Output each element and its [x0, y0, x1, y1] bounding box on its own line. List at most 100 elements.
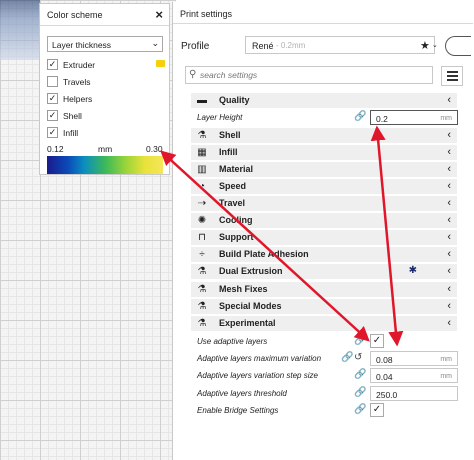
- link-icon: 🔗: [341, 352, 354, 363]
- special-modes-icon: ⚗: [197, 301, 207, 312]
- legend-item-extruder[interactable]: ✓ Extruder: [47, 59, 167, 72]
- infill-icon: ▦: [197, 147, 207, 158]
- extruder-color-swatch: [156, 60, 165, 67]
- chevron-left-icon[interactable]: ‹: [447, 197, 451, 209]
- category-label: Experimental: [219, 318, 276, 328]
- category-label: Dual Extrusion: [219, 266, 283, 276]
- adaptive-step-size-field[interactable]: 0.04 mm: [370, 368, 458, 383]
- category-mesh-fixes[interactable]: ⚗ Mesh Fixes ‹: [191, 282, 457, 297]
- color-scheme-header: Color scheme ×: [40, 4, 169, 26]
- legend-item-travels[interactable]: Travels: [47, 76, 167, 89]
- chevron-left-icon[interactable]: ‹: [447, 265, 451, 277]
- search-input[interactable]: [200, 69, 420, 81]
- category-shell[interactable]: ⚗ Shell ‹: [191, 128, 457, 143]
- chevron-left-icon[interactable]: ‹: [447, 248, 451, 260]
- adaptive-max-variation-field[interactable]: 0.08 mm: [370, 351, 458, 366]
- category-label: Travel: [219, 198, 246, 208]
- settings-visibility-menu-button[interactable]: [441, 66, 463, 86]
- search-settings-box[interactable]: ⚲: [185, 66, 433, 84]
- chevron-left-icon[interactable]: ‹: [447, 231, 451, 243]
- mesh-fixes-icon: ⚗: [197, 284, 207, 295]
- profile-label: Profile: [181, 41, 210, 52]
- legend-item-helpers[interactable]: ✓ Helpers: [47, 93, 167, 106]
- use-adaptive-layers-checkbox[interactable]: ✓: [370, 334, 384, 348]
- enable-bridge-checkbox[interactable]: ✓: [370, 403, 384, 417]
- chevron-left-icon[interactable]: ‹: [447, 180, 451, 192]
- chevron-left-icon[interactable]: ‹: [447, 163, 451, 175]
- legend-item-infill[interactable]: ✓ Infill: [47, 127, 167, 140]
- chevron-left-icon[interactable]: ‹: [447, 283, 451, 295]
- link-icon: 🔗: [354, 335, 367, 346]
- link-icon: 🔗: [354, 387, 367, 398]
- layer-thickness-gradient: [47, 156, 163, 174]
- profile-dropdown[interactable]: René - 0.2mm: [245, 36, 435, 54]
- experimental-icon: ⚗: [197, 318, 207, 329]
- category-experimental[interactable]: ⚗ Experimental ‹: [191, 316, 457, 331]
- star-icon[interactable]: ★: [420, 39, 430, 52]
- panel-edge-control: [445, 36, 471, 56]
- category-speed[interactable]: ◔ Speed ‹: [191, 179, 457, 194]
- setting-adaptive-threshold: Adaptive layers threshold 🔗 250.0: [197, 386, 463, 401]
- legend-item-label: Shell: [63, 111, 82, 121]
- category-infill[interactable]: ▦ Infill ‹: [191, 145, 457, 160]
- chevron-left-icon[interactable]: ‹: [447, 317, 451, 329]
- link-icon: 🔗: [354, 369, 367, 380]
- infill-checkbox[interactable]: ✓: [47, 127, 58, 138]
- shell-icon: ⚗: [197, 130, 207, 141]
- category-label: Speed: [219, 181, 247, 191]
- adaptive-threshold-field[interactable]: 250.0: [370, 386, 458, 401]
- setting-use-adaptive-layers: Use adaptive layers 🔗 ✓: [197, 334, 463, 349]
- helpers-checkbox[interactable]: ✓: [47, 93, 58, 104]
- category-travel[interactable]: ⇢ Travel ‹: [191, 196, 457, 211]
- adaptive-step-size-unit: mm: [440, 373, 452, 380]
- setting-adaptive-max-variation: Adaptive layers maximum variation 🔗 ↺ 0.…: [197, 351, 463, 366]
- chevron-down-icon[interactable]: ⌄: [432, 41, 438, 49]
- category-special-modes[interactable]: ⚗ Special Modes ‹: [191, 299, 457, 314]
- layer-height-field[interactable]: 0.2 mm: [370, 110, 458, 125]
- gear-icon[interactable]: ✱: [409, 265, 417, 276]
- adaptive-threshold-label: Adaptive layers threshold: [197, 389, 287, 398]
- category-label: Mesh Fixes: [219, 284, 268, 294]
- close-icon[interactable]: ×: [155, 7, 163, 22]
- adaptive-threshold-value: 250.0: [376, 390, 398, 400]
- chevron-down-icon: ⌄: [151, 38, 159, 48]
- setting-adaptive-step-size: Adaptive layers variation step size 🔗 0.…: [197, 368, 463, 383]
- reset-icon[interactable]: ↺: [354, 352, 362, 363]
- category-label: Build Plate Adhesion: [219, 249, 309, 259]
- adaptive-step-size-value: 0.04: [376, 372, 393, 382]
- dual-extrusion-icon: ⚗: [197, 266, 207, 277]
- profile-layer-height: - 0.2mm: [276, 41, 306, 50]
- travel-icon: ⇢: [197, 198, 207, 209]
- chevron-left-icon[interactable]: ‹: [447, 300, 451, 312]
- hamburger-menu-icon: [447, 71, 458, 81]
- setting-enable-bridge: Enable Bridge Settings 🔗 ✓: [197, 403, 463, 418]
- scale-max-value: 0.30: [146, 144, 163, 154]
- category-label: Shell: [219, 130, 241, 140]
- category-label: Cooling: [219, 215, 253, 225]
- support-icon: ⊓: [198, 232, 206, 243]
- category-support[interactable]: ⊓ Support ‹: [191, 230, 457, 245]
- adaptive-max-variation-value: 0.08: [376, 355, 393, 365]
- chevron-left-icon[interactable]: ‹: [447, 129, 451, 141]
- category-quality[interactable]: ▬ Quality ‹: [191, 93, 457, 108]
- scale-min-value: 0.12: [47, 144, 64, 154]
- color-scheme-dropdown[interactable]: Layer thickness ⌄: [47, 36, 163, 52]
- category-material[interactable]: ▥ Material ‹: [191, 162, 457, 177]
- adhesion-icon: ÷: [199, 249, 205, 260]
- category-cooling[interactable]: ✺ Cooling ‹: [191, 213, 457, 228]
- travels-checkbox[interactable]: [47, 76, 58, 87]
- extruder-checkbox[interactable]: ✓: [47, 59, 58, 70]
- enable-bridge-label: Enable Bridge Settings: [197, 406, 279, 415]
- chevron-left-icon[interactable]: ‹: [447, 94, 451, 106]
- category-label: Infill: [219, 147, 238, 157]
- category-build-plate-adhesion[interactable]: ÷ Build Plate Adhesion ‹: [191, 247, 457, 262]
- chevron-left-icon[interactable]: ‹: [447, 214, 451, 226]
- category-label: Special Modes: [219, 301, 282, 311]
- shell-checkbox[interactable]: ✓: [47, 110, 58, 121]
- layer-height-value: 0.2: [376, 114, 388, 124]
- legend-item-shell[interactable]: ✓ Shell: [47, 110, 167, 123]
- use-adaptive-layers-label: Use adaptive layers: [197, 337, 268, 346]
- category-dual-extrusion[interactable]: ⚗ Dual Extrusion ✱ ‹: [191, 264, 457, 279]
- chevron-left-icon[interactable]: ‹: [447, 146, 451, 158]
- legend-item-label: Helpers: [63, 94, 93, 104]
